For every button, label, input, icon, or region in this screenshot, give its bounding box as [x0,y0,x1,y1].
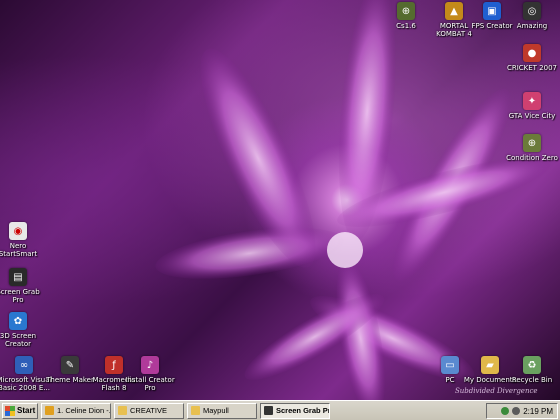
mortal-kombat-icon: ▲ [445,2,463,20]
wallpaper-watermark: Subdivided Divergence [455,387,538,395]
nero-icon: ◉ [9,222,27,240]
visual-basic-icon: ∞ [15,356,33,374]
media-player-icon [45,406,54,415]
taskbar: Start 1. Celine Dion -... CREATIVE Maypu… [0,400,560,420]
desktop-icon-cricket[interactable]: ● CRICKET 2007 [504,44,560,72]
desktop-icon-install-creator[interactable]: ♪ Install Creator Pro [122,356,178,392]
install-creator-icon: ♪ [141,356,159,374]
theme-maker-icon: ✎ [61,356,79,374]
taskbar-button-celine-dion[interactable]: 1. Celine Dion -... [41,402,111,419]
taskbar-button-screen-grab[interactable]: Screen Grab Pr... [260,402,330,419]
start-label: Start [17,406,36,415]
windows-logo-icon [5,405,15,416]
screen-grab-task-icon [264,406,273,415]
recycle-bin-icon: ♻ [523,356,541,374]
desktop-icon-gta[interactable]: ✦ GTA Vice City [504,92,560,120]
screen-grab-icon: ▤ [9,268,27,286]
my-documents-icon: ▰ [481,356,499,374]
wallpaper-flower [155,0,550,400]
3d-screen-creator-icon: ✿ [9,312,27,330]
desktop-icon-3d-screen-creator[interactable]: ✿ 3D Screen Creator [0,312,46,348]
desktop: ⊕ Cs1.6 ▲ MORTAL KOMBAT 4 ▣ FPS Creator … [0,0,560,400]
tray-app-icon[interactable] [501,407,510,415]
cricket-icon: ● [523,44,541,62]
counter-strike-icon: ⊕ [397,2,415,20]
folder-icon [118,406,127,415]
desktop-icon-recycle-bin[interactable]: ♻ Recycle Bin [504,356,560,384]
desktop-icon-condition-zero[interactable]: ⊕ Condition Zero [504,134,560,162]
fps-creator-icon: ▣ [483,2,501,20]
folder-icon [191,406,200,415]
volume-icon[interactable] [512,407,521,415]
clock[interactable]: 2:19 PM [523,407,553,416]
condition-zero-icon: ⊕ [523,134,541,152]
taskbar-button-maypull[interactable]: Maypull [187,402,257,419]
amazing-icon: ◎ [523,2,541,20]
taskbar-button-creative[interactable]: CREATIVE [114,402,184,419]
my-computer-icon: ▭ [441,356,459,374]
desktop-icon-nero[interactable]: ◉ Nero StartSmart [0,222,46,258]
system-tray: 2:19 PM [486,403,558,419]
flash-icon: ƒ [105,356,123,374]
desktop-icon-screen-grab[interactable]: ▤ Screen Grab Pro [0,268,46,304]
gta-icon: ✦ [523,92,541,110]
start-button[interactable]: Start [2,402,38,419]
desktop-icon-amazing[interactable]: ◎ Amazing [504,2,560,30]
